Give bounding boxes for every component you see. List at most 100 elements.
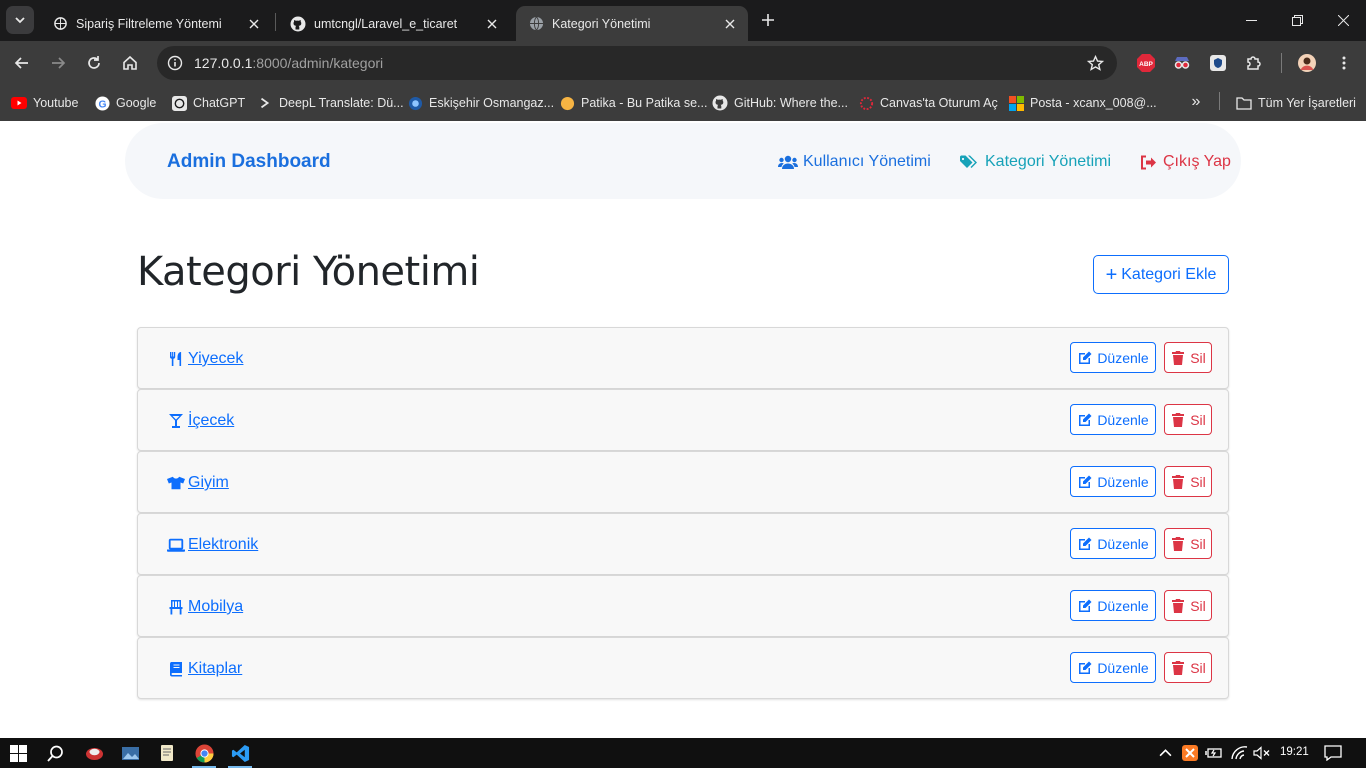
tags-icon: [960, 154, 980, 170]
plus-icon: +: [1105, 263, 1118, 286]
edit-label: Düzenle: [1097, 349, 1149, 366]
tab-kategori[interactable]: Kategori Yönetimi: [516, 6, 748, 41]
category-link[interactable]: Yiyecek: [167, 350, 243, 368]
tab-search-button[interactable]: [6, 6, 34, 34]
spy-extension-icon[interactable]: [1171, 52, 1193, 74]
category-link[interactable]: İçecek: [167, 412, 234, 430]
bookmark-patika[interactable]: Patika - Bu Patika se...: [559, 92, 707, 114]
new-tab-button[interactable]: [756, 8, 780, 32]
bookmark-youtube[interactable]: Youtube: [11, 92, 78, 114]
battery-icon[interactable]: [1202, 741, 1226, 765]
nav-users[interactable]: Kullanıcı Yönetimi: [778, 152, 931, 172]
edit-button[interactable]: Düzenle: [1070, 528, 1156, 559]
github-icon: [712, 95, 728, 111]
bookmark-canvas[interactable]: Canvas'ta Oturum Aç: [858, 92, 998, 114]
tab-github[interactable]: umtcngl/Laravel_e_ticaret: [278, 6, 510, 41]
arrow-right-icon: [52, 57, 66, 69]
brand-link[interactable]: Admin Dashboard: [167, 151, 331, 173]
edit-button[interactable]: Düzenle: [1070, 404, 1156, 435]
taskbar-clock[interactable]: 19:21: [1280, 746, 1309, 758]
more-bookmarks-chevron-icon[interactable]: »: [1186, 92, 1206, 112]
bookmark-ogu[interactable]: Eskişehir Osmangaz...: [407, 92, 554, 114]
xampp-tray-icon[interactable]: [1178, 741, 1202, 765]
delete-button[interactable]: Sil: [1164, 466, 1212, 497]
delete-button[interactable]: Sil: [1164, 528, 1212, 559]
profile-avatar-icon[interactable]: [1296, 52, 1318, 74]
chevron-up-icon[interactable]: [1153, 741, 1177, 765]
edit-button[interactable]: Düzenle: [1070, 466, 1156, 497]
bookmark-deepl[interactable]: DeepL Translate: Dü...: [257, 92, 404, 114]
bookmark-chatgpt[interactable]: ChatGPT: [171, 92, 245, 114]
delete-label: Sil: [1190, 349, 1206, 366]
category-link[interactable]: Giyim: [167, 474, 229, 492]
tab-siparis[interactable]: Sipariş Filtreleme Yöntemi: [40, 6, 272, 41]
adblock-extension-icon[interactable]: ABP: [1135, 52, 1157, 74]
close-icon[interactable]: [718, 12, 742, 36]
bookmark-all-folder[interactable]: Tüm Yer İşaretleri: [1236, 92, 1356, 114]
close-window-button[interactable]: [1320, 0, 1366, 40]
edit-button[interactable]: Düzenle: [1070, 652, 1156, 683]
bookmark-label: Eskişehir Osmangaz...: [429, 96, 555, 110]
back-button[interactable]: [8, 49, 36, 77]
bookmark-label: Canvas'ta Oturum Aç: [880, 96, 998, 110]
extensions-puzzle-icon[interactable]: [1243, 52, 1265, 74]
openai-icon: [171, 95, 187, 111]
bookmark-label: GitHub: Where the...: [734, 96, 848, 110]
notifications-icon[interactable]: [1321, 741, 1345, 765]
game-app-icon[interactable]: [82, 741, 106, 765]
site-info-icon[interactable]: [162, 50, 188, 76]
vscode-taskbar-icon[interactable]: [228, 741, 252, 765]
minimize-button[interactable]: [1228, 0, 1274, 40]
windows-start-icon[interactable]: [6, 741, 30, 765]
url-path: :8000/admin/kategori: [252, 55, 384, 71]
bookmark-github[interactable]: GitHub: Where the...: [712, 92, 848, 114]
bookmark-label: Tüm Yer İşaretleri: [1258, 96, 1356, 110]
bookmark-label: ChatGPT: [193, 96, 246, 110]
bookmark-posta[interactable]: Posta - xcanx_008@...: [1008, 92, 1157, 114]
category-name: Giyim: [188, 474, 229, 491]
notes-app-icon[interactable]: [155, 741, 179, 765]
search-icon[interactable]: [43, 741, 67, 765]
chrome-menu-icon[interactable]: [1333, 52, 1355, 74]
close-icon[interactable]: [242, 12, 266, 36]
delete-label: Sil: [1190, 535, 1206, 552]
svg-text:G: G: [98, 99, 106, 110]
delete-button[interactable]: Sil: [1164, 590, 1212, 621]
edit-label: Düzenle: [1097, 411, 1149, 428]
add-category-button[interactable]: + Kategori Ekle: [1093, 255, 1229, 294]
forward-button[interactable]: [44, 49, 72, 77]
url-text: 127.0.0.1:8000/admin/kategori: [194, 55, 383, 71]
category-link[interactable]: Elektronik: [167, 536, 258, 554]
delete-button[interactable]: Sil: [1164, 652, 1212, 683]
bookmarks-divider: [1219, 92, 1220, 110]
address-bar[interactable]: 127.0.0.1:8000/admin/kategori: [157, 46, 1117, 80]
bookmark-star-icon[interactable]: [1085, 53, 1105, 73]
wifi-icon[interactable]: [1227, 741, 1251, 765]
nav-categories[interactable]: Kategori Yönetimi: [960, 152, 1111, 172]
laptop-icon: [167, 537, 185, 553]
trash-icon: [1170, 660, 1186, 675]
chrome-taskbar-icon[interactable]: [192, 741, 216, 765]
reload-button[interactable]: [80, 49, 108, 77]
category-link[interactable]: Kitaplar: [167, 660, 242, 678]
category-row: İçecek Düzenle Sil: [137, 389, 1229, 451]
delete-button[interactable]: Sil: [1164, 342, 1212, 373]
edit-button[interactable]: Düzenle: [1070, 342, 1156, 373]
tab-title: umtcngl/Laravel_e_ticaret: [314, 16, 458, 31]
nav-logout[interactable]: Çıkış Yap: [1138, 152, 1231, 172]
bookmark-google[interactable]: G Google: [94, 92, 156, 114]
photos-app-icon[interactable]: [118, 741, 142, 765]
delete-button[interactable]: Sil: [1164, 404, 1212, 435]
canvas-icon: [858, 95, 874, 111]
category-link[interactable]: Mobilya: [167, 598, 243, 616]
tab-divider: [275, 13, 276, 31]
home-button[interactable]: [116, 49, 144, 77]
edit-button[interactable]: Düzenle: [1070, 590, 1156, 621]
trash-icon: [1170, 536, 1186, 551]
arrow-left-icon: [14, 57, 28, 69]
close-icon[interactable]: [480, 12, 504, 36]
edit-icon: [1077, 413, 1093, 427]
restore-button[interactable]: [1274, 0, 1320, 40]
volume-muted-icon[interactable]: [1249, 741, 1273, 765]
shield-extension-icon[interactable]: [1207, 52, 1229, 74]
